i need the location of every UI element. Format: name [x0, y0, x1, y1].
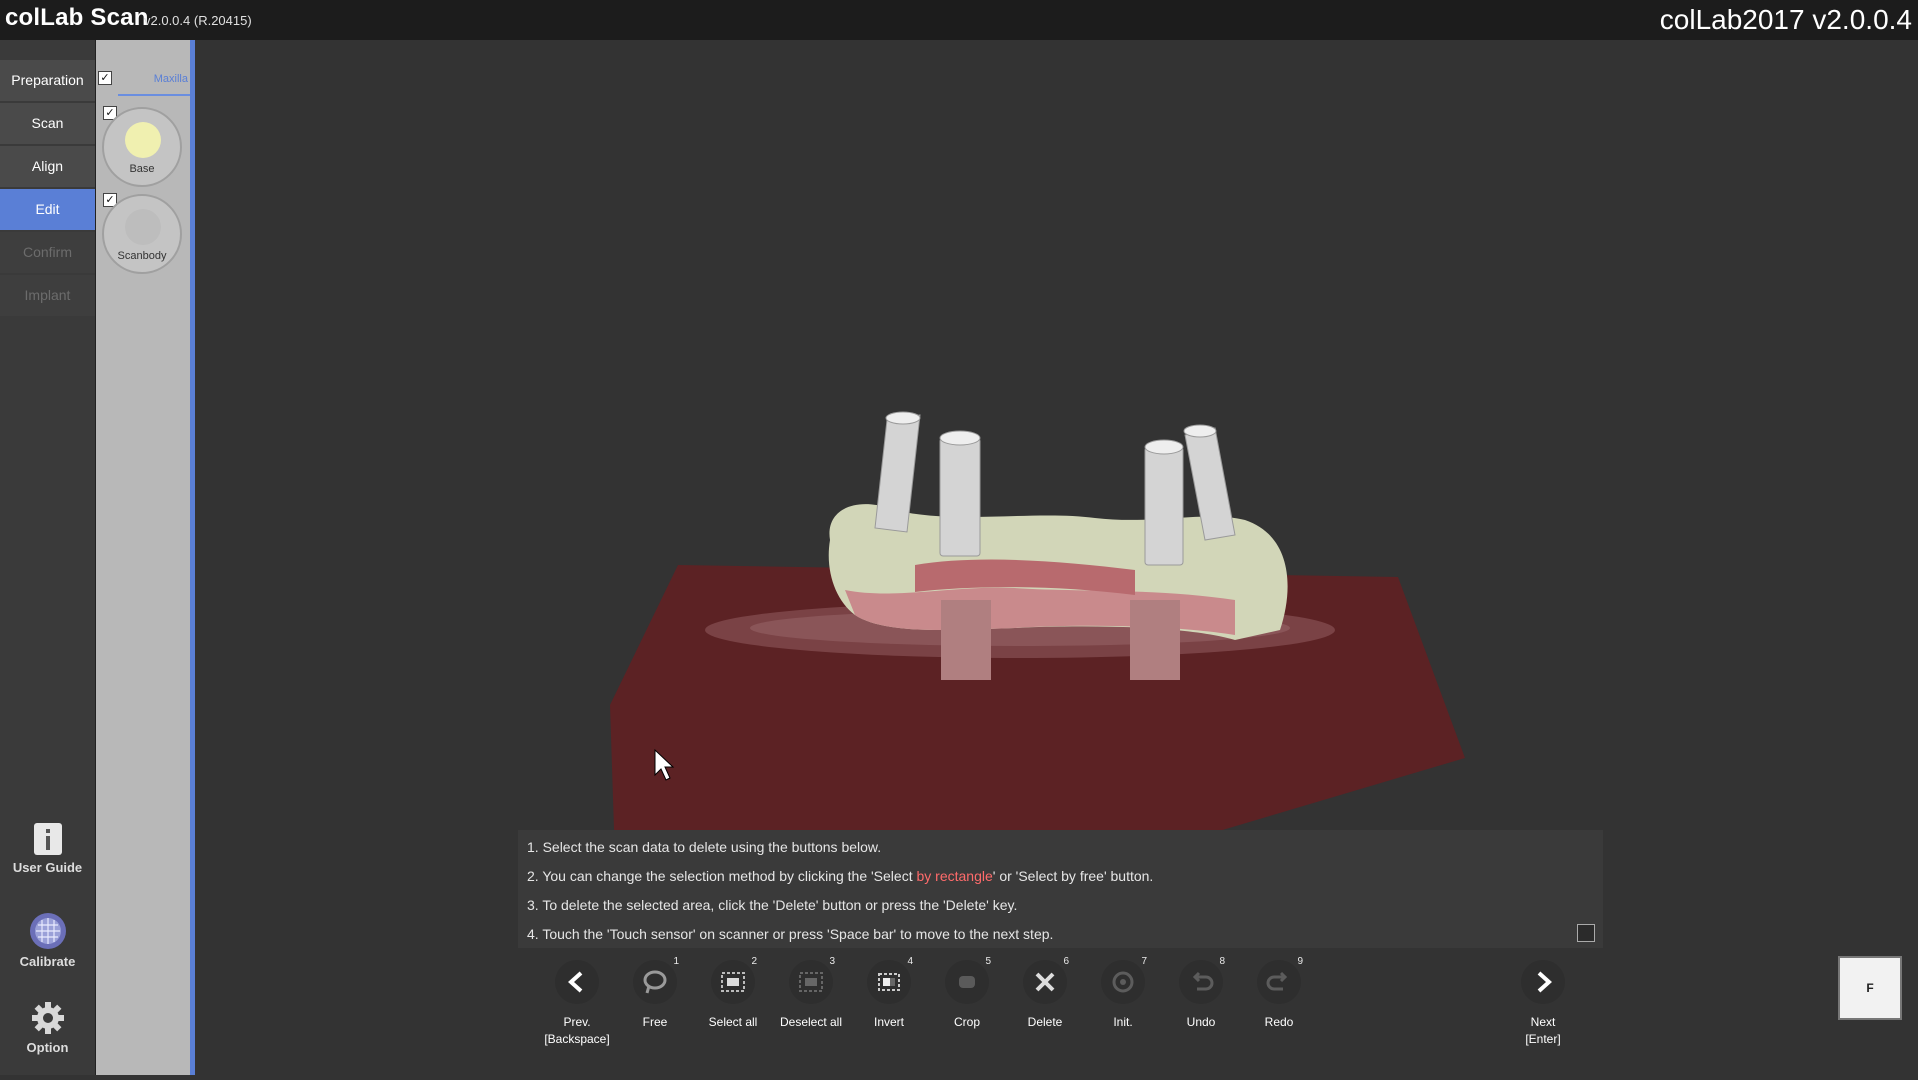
- info-icon: [33, 823, 62, 855]
- redo-icon: [1266, 971, 1288, 991]
- instruction-line-1: 1. Select the scan data to delete using …: [527, 839, 882, 855]
- tab-maxilla[interactable]: Maxilla: [118, 70, 190, 96]
- crop-label: Crop: [953, 1015, 980, 1029]
- deselect-all-button[interactable]: 3 Deselect all: [775, 956, 847, 1031]
- view-cube[interactable]: F: [1838, 956, 1902, 1020]
- shortcut-number: 5: [985, 956, 991, 967]
- calibrate-label: Calibrate: [19, 954, 76, 969]
- undo-icon: [1192, 971, 1214, 991]
- instruction-line-2-text: 2. You can change the selection method b…: [527, 868, 917, 884]
- select-all-button[interactable]: 2 Select all: [697, 956, 769, 1031]
- shortcut-number: 7: [1141, 956, 1147, 967]
- shortcut-number: 4: [907, 956, 913, 967]
- undo-label: Undo: [1186, 1015, 1216, 1029]
- delete-button[interactable]: 6 Delete: [1009, 956, 1081, 1031]
- next-label: Next: [1530, 1015, 1556, 1029]
- invert-icon: [878, 973, 900, 991]
- select-all-icon: [721, 972, 745, 992]
- free-select-button[interactable]: 1 Free: [619, 956, 691, 1031]
- base-layer-button[interactable]: Base: [102, 107, 182, 187]
- nav-item-implant: Implant: [0, 275, 95, 316]
- calibrate-icon: [29, 913, 66, 949]
- app-title: colLab Scan: [5, 4, 149, 31]
- delete-icon: [1035, 972, 1055, 992]
- deselect-all-label: Deselect all: [779, 1015, 843, 1029]
- prev-key-label: [Backspace]: [544, 1032, 610, 1046]
- crop-button[interactable]: 5 Crop: [931, 956, 1003, 1031]
- redo-button[interactable]: 9 Redo: [1243, 956, 1315, 1031]
- init-icon: [1112, 971, 1134, 993]
- shortcut-number: 3: [829, 956, 835, 967]
- instruction-line-3: 3. To delete the selected area, click th…: [527, 897, 1018, 913]
- option-label: Option: [26, 1040, 69, 1055]
- base-color-swatch: [125, 122, 161, 158]
- invert-label: Invert: [873, 1015, 904, 1029]
- nav-item-scan[interactable]: Scan: [0, 103, 95, 144]
- user-guide-button[interactable]: User Guide: [0, 822, 95, 875]
- scanbody-color-swatch: [125, 209, 161, 245]
- free-label: Free: [642, 1015, 668, 1029]
- crop-icon: [959, 976, 975, 988]
- instruction-panel: 1. Select the scan data to delete using …: [518, 830, 1603, 948]
- invert-button[interactable]: 4 Invert: [853, 956, 925, 1031]
- select-all-label: Select all: [708, 1015, 758, 1029]
- instruction-line-2-end: ' or 'Select by free' button.: [992, 868, 1154, 884]
- gear-icon: [31, 1002, 64, 1034]
- nav-item-edit[interactable]: Edit: [0, 189, 95, 230]
- instruction-line-4: 4. Touch the 'Touch sensor' on scanner o…: [527, 926, 1054, 942]
- nav-item-confirm: Confirm: [0, 232, 95, 273]
- prev-button[interactable]: Prev. [Backspace]: [541, 960, 613, 1048]
- app-version: v2.0.0.4 (R.20415): [144, 13, 252, 28]
- instruction-line-2: 2. You can change the selection method b…: [527, 866, 1153, 886]
- shortcut-number: 6: [1063, 956, 1069, 967]
- prev-label: Prev.: [563, 1015, 591, 1029]
- next-button[interactable]: Next [Enter]: [1507, 960, 1579, 1048]
- chevron-right-icon: [1537, 971, 1552, 993]
- deselect-all-icon: [799, 972, 823, 992]
- option-button[interactable]: Option: [0, 1000, 95, 1055]
- expand-icon[interactable]: [1577, 924, 1595, 942]
- product-version-title: colLab2017 v2.0.0.4: [1659, 4, 1912, 35]
- shortcut-number: 2: [751, 956, 757, 967]
- nav-item-align[interactable]: Align: [0, 146, 95, 187]
- nav-item-preparation[interactable]: Preparation: [0, 60, 95, 101]
- scanbody-layer-button[interactable]: Scanbody: [102, 194, 182, 274]
- calibrate-button[interactable]: Calibrate: [0, 912, 95, 969]
- base-layer-label: Base: [129, 163, 155, 175]
- shortcut-number: 8: [1219, 956, 1225, 967]
- shortcut-number: 1: [673, 956, 679, 967]
- init-label: Init.: [1113, 1015, 1133, 1029]
- workflow-sidebar: Preparation Scan Align Edit Confirm Impl…: [0, 40, 96, 1075]
- undo-button[interactable]: 8 Undo: [1165, 956, 1237, 1031]
- next-key-label: [Enter]: [1525, 1032, 1561, 1046]
- scanbody-layer-label: Scanbody: [117, 250, 167, 262]
- maxilla-checkbox[interactable]: ✓: [98, 71, 112, 85]
- user-guide-label: User Guide: [12, 860, 83, 875]
- chevron-left-icon: [568, 971, 583, 993]
- title-bar: colLab Scan v2.0.0.4 (R.20415) colLab201…: [0, 0, 1918, 40]
- lasso-icon: [643, 970, 667, 994]
- delete-label: Delete: [1027, 1015, 1063, 1029]
- init-button[interactable]: 7 Init.: [1087, 956, 1159, 1031]
- instruction-highlight: by rectangle: [916, 868, 993, 884]
- redo-label: Redo: [1264, 1015, 1294, 1029]
- shortcut-number: 9: [1297, 956, 1303, 967]
